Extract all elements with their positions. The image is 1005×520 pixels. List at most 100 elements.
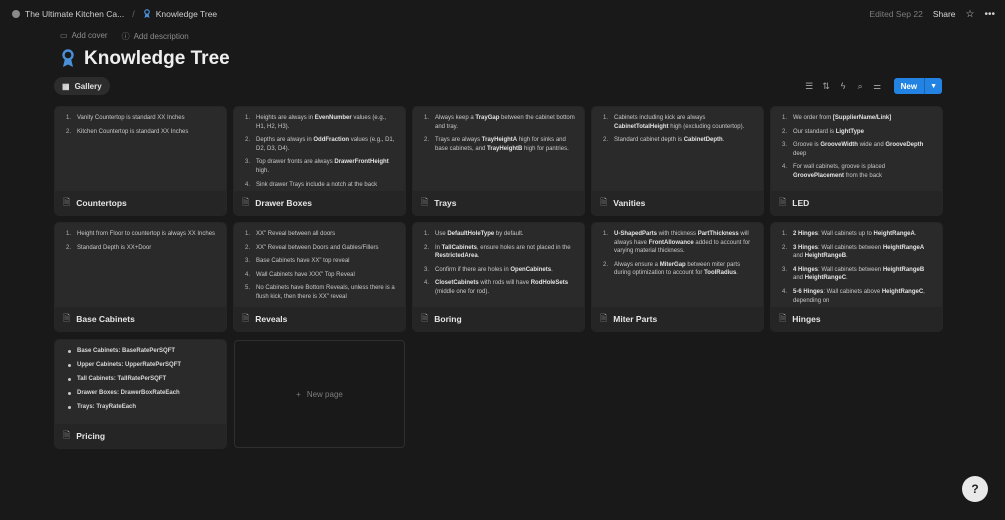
page-icon: 🗎: [779, 313, 787, 323]
gallery-card[interactable]: 2 Hinges: Wall cabinets up to HeightRang…: [771, 223, 942, 331]
gallery-card[interactable]: Vanity Countertop is standard XX Inches K…: [55, 107, 226, 215]
list-item: Our standard is LightType: [782, 128, 864, 136]
add-cover-button[interactable]: ▭ Add cover: [60, 31, 108, 42]
card-footer: 🗎 Pricing: [55, 424, 226, 448]
workspace-name: The Ultimate Kitchen Ca...: [25, 9, 125, 19]
gallery-card[interactable]: U-ShapedParts with thickness PartThickne…: [592, 223, 763, 331]
list-item: Sink drawer Trays include a notch at the…: [245, 181, 378, 189]
settings-icon[interactable]: ⚌: [873, 81, 882, 92]
card-footer: 🗎 LED: [771, 191, 942, 215]
card-title: LED: [792, 198, 810, 208]
card-preview-list: We order from [SupplierName/Link] Our sta…: [779, 114, 934, 181]
breadcrumb-page[interactable]: Knowledge Tree: [143, 9, 217, 19]
card-footer: 🗎 Vanities: [592, 191, 763, 215]
automation-icon[interactable]: ϟ: [839, 81, 848, 91]
list-item: Confirm if there are holes in OpenCabine…: [424, 266, 553, 274]
list-item: Groove is GrooveWidth wide and GrooveDep…: [782, 141, 924, 157]
chevron-down-icon[interactable]: ▼: [924, 78, 942, 94]
list-item: Cabinets including kick are always Cabin…: [603, 114, 745, 130]
star-icon[interactable]: ☆: [966, 9, 975, 20]
gallery-card[interactable]: Height from Floor to countertop is alway…: [55, 223, 226, 331]
page-icon: 🗎: [421, 197, 429, 207]
list-item: In TallCabinets, ensure holes are not pl…: [424, 244, 571, 260]
new-button[interactable]: New ▼: [893, 78, 942, 94]
help-icon[interactable]: ?: [962, 476, 988, 502]
list-item: U-ShapedParts with thickness PartThickne…: [603, 230, 751, 255]
card-title: Hinges: [792, 314, 821, 324]
card-title: Pricing: [76, 431, 106, 441]
card-footer: 🗎 Reveals: [234, 307, 405, 331]
card-footer: 🗎 Miter Parts: [592, 307, 763, 331]
gallery-card[interactable]: We order from [SupplierName/Link] Our sta…: [771, 107, 942, 215]
more-icon[interactable]: •••: [984, 9, 995, 20]
card-title: Drawer Boxes: [255, 198, 312, 208]
new-page-card[interactable]: + New page: [234, 340, 405, 448]
breadcrumb-workspace[interactable]: The Ultimate Kitchen Ca...: [12, 9, 124, 19]
gallery-label: Gallery: [74, 81, 102, 91]
topbar-actions: Edited Sep 22 Share ☆ •••: [869, 0, 995, 28]
card-footer: 🗎 Trays: [413, 191, 584, 215]
gallery-card[interactable]: Base Cabinets: BaseRatePerSQFT Upper Cabi…: [55, 340, 226, 448]
info-icon: ⓘ: [121, 32, 130, 41]
list-item: XX" Reveal between all doors: [245, 230, 336, 238]
list-item: ClosetCabinets with rods will have RodHo…: [424, 279, 569, 295]
card-preview-list: XX" Reveal between all doors XX" Reveal b…: [242, 230, 397, 302]
gallery-card[interactable]: Heights are always in EvenNumber values …: [234, 107, 405, 215]
new-button-label: New: [900, 81, 918, 91]
page-title-row: Knowledge Tree: [60, 48, 230, 70]
share-button[interactable]: Share: [933, 9, 956, 19]
card-preview: Always keep a TrayGap between the cabine…: [413, 107, 584, 191]
list-item: Wall Cabinets have XXX" Top Reveal: [245, 271, 355, 279]
gallery-card[interactable]: Cabinets including kick are always Cabin…: [592, 107, 763, 215]
card-preview: We order from [SupplierName/Link] Our sta…: [771, 107, 942, 191]
gallery-icon: ▦: [62, 81, 70, 91]
page-icon: 🗎: [600, 313, 608, 323]
card-preview-list: 2 Hinges: Wall cabinets up to HeightRang…: [779, 230, 934, 305]
list-item: Top drawer fronts are always DrawerFront…: [245, 158, 389, 174]
image-icon: ▭: [60, 31, 68, 40]
list-item: Heights are always in EvenNumber values …: [245, 114, 387, 130]
list-item: Trays are always TrayHeightA high for si…: [424, 136, 569, 152]
add-description-button[interactable]: ⓘ Add description: [122, 31, 189, 42]
gallery-card[interactable]: Always keep a TrayGap between the cabine…: [413, 107, 584, 215]
view-tab-gallery[interactable]: ▦ Gallery: [54, 77, 110, 95]
card-preview-list: Base Cabinets: BaseRatePerSQFT Upper Cabi…: [63, 347, 218, 411]
list-item: For wall cabinets, groove is placed Groo…: [782, 163, 886, 179]
ribbon-icon[interactable]: [60, 49, 76, 69]
card-title: Vanities: [613, 198, 646, 208]
add-cover-label: Add cover: [71, 31, 108, 40]
gallery-card[interactable]: XX" Reveal between all doors XX" Reveal b…: [234, 223, 405, 331]
ribbon-icon: [143, 9, 150, 18]
list-item: XX" Reveal between Doors and Gables/Fill…: [245, 244, 379, 252]
card-preview-list: Vanity Countertop is standard XX Inches K…: [63, 114, 218, 136]
list-item: Trays: TrayRateEach: [63, 403, 218, 412]
list-item: Standard Depth is XX+Door: [66, 244, 152, 252]
card-preview: Height from Floor to countertop is alway…: [55, 223, 226, 307]
card-preview-list: Height from Floor to countertop is alway…: [63, 230, 218, 252]
list-item: Kitchen Countertop is standard XX Inches: [66, 128, 189, 136]
breadcrumb-separator: /: [132, 9, 135, 19]
list-item: Standard cabinet depth is CabinetDepth.: [603, 136, 725, 144]
list-item: Tall Cabinets: TallRatePerSQFT: [63, 375, 218, 384]
card-preview: XX" Reveal between all doors XX" Reveal b…: [234, 223, 405, 307]
card-title: Boring: [434, 314, 462, 324]
page-title[interactable]: Knowledge Tree: [84, 48, 230, 70]
card-preview-list: Always keep a TrayGap between the cabine…: [421, 114, 576, 153]
list-item: Vanity Countertop is standard XX Inches: [66, 114, 185, 122]
card-preview: Vanity Countertop is standard XX Inches K…: [55, 107, 226, 191]
list-item: Base Cabinets: BaseRatePerSQFT: [63, 347, 218, 356]
top-bar: The Ultimate Kitchen Ca... / Knowledge T…: [0, 0, 1005, 28]
page-icon: 🗎: [600, 197, 608, 207]
list-item: 5-6 Hinges: Wall cabinets above HeightRa…: [782, 288, 925, 304]
list-item: Always ensure a MiterGap between miter p…: [603, 261, 741, 277]
card-preview: 2 Hinges: Wall cabinets up to HeightRang…: [771, 223, 942, 307]
page-icon: 🗎: [63, 197, 71, 207]
list-item: Base Cabinets have XX" top reveal: [245, 257, 350, 265]
sort-icon[interactable]: ⇅: [822, 81, 831, 92]
gallery-card[interactable]: Use DefaultHoleType by default. In TallCa…: [413, 223, 584, 331]
filter-icon[interactable]: ☰: [805, 81, 814, 92]
search-icon[interactable]: ⌕: [856, 81, 865, 92]
list-item: 3 Hinges: Wall cabinets between HeightRa…: [782, 244, 925, 260]
card-preview-list: U-ShapedParts with thickness PartThickne…: [600, 230, 755, 278]
list-item: No Cabinets have Bottom Reveals, unless …: [245, 284, 395, 300]
